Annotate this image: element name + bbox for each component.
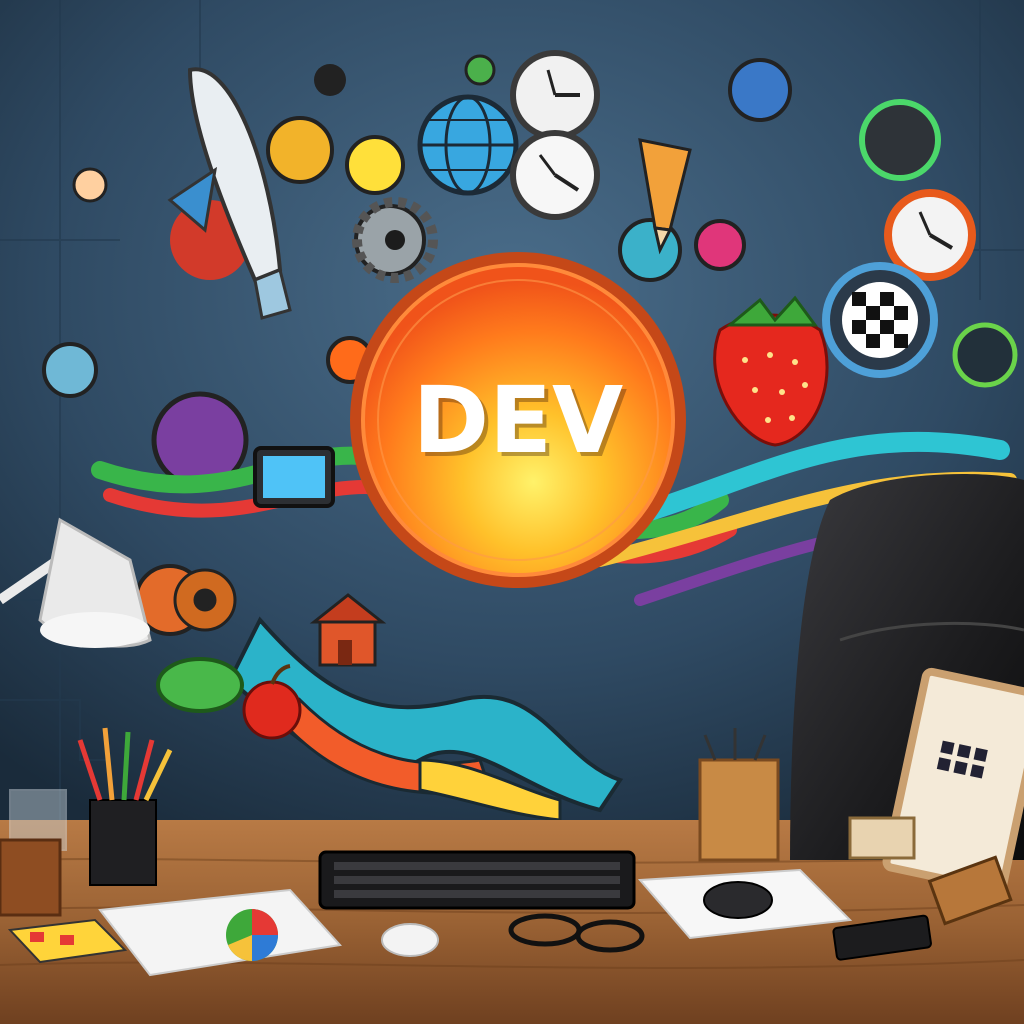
globe-icon <box>417 94 519 196</box>
wooden-box <box>0 838 62 917</box>
dev-badge: DEV DEV <box>350 252 686 588</box>
keyboard <box>318 850 636 910</box>
scene: DEV DEV <box>0 0 1024 1024</box>
illustration: DEV DEV <box>0 0 1024 1024</box>
dev-headline: DEV <box>413 367 623 474</box>
monitor-icon <box>253 446 335 508</box>
checkered-badge-icon <box>822 262 938 378</box>
